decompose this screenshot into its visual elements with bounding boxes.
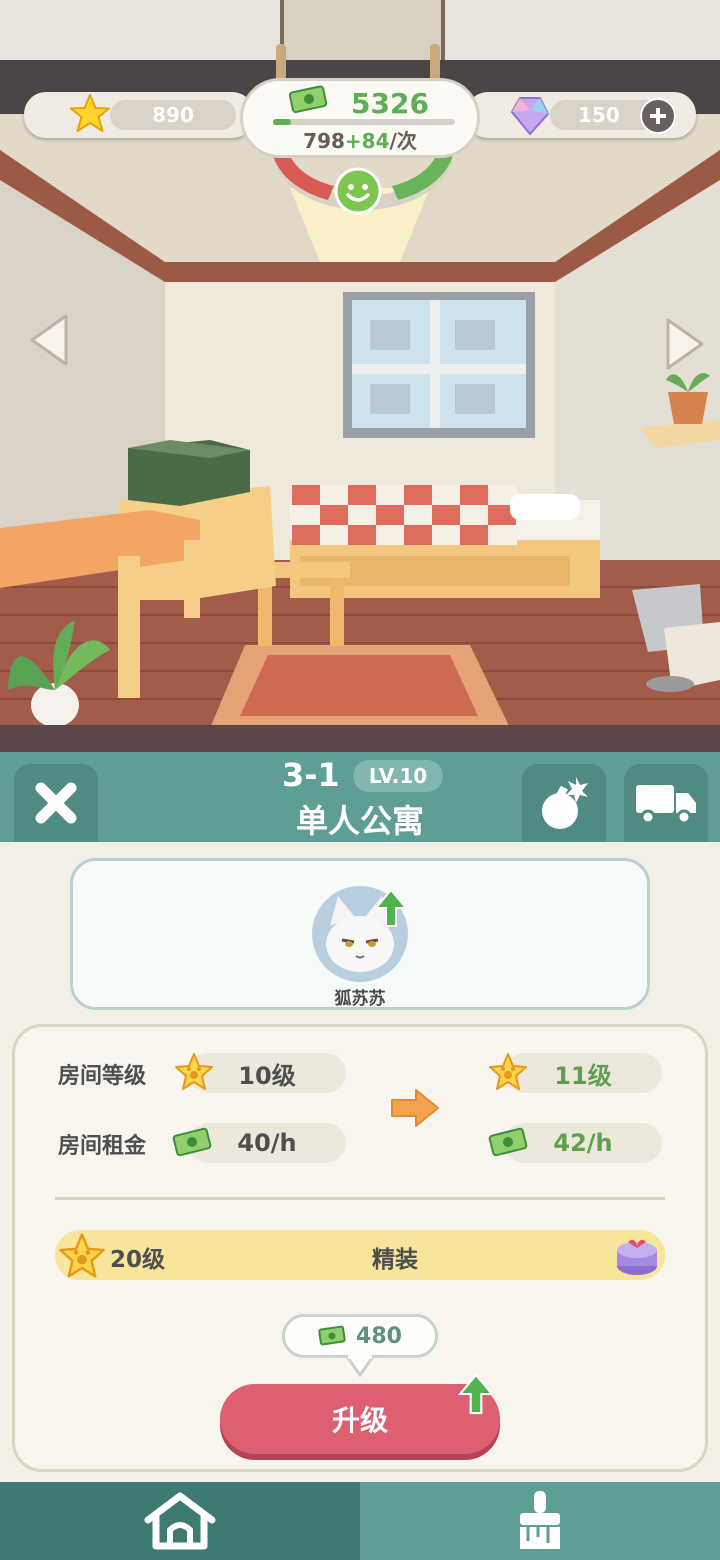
bomb-icon: [542, 777, 588, 829]
tab-home[interactable]: [0, 1482, 360, 1560]
rate-bonus: +84: [344, 129, 390, 153]
paint-icon: [520, 1491, 560, 1549]
rate-base: 798: [303, 129, 345, 153]
star-counter: 890: [24, 92, 254, 138]
truck-icon: [636, 785, 696, 825]
level-up-arrow-icon: [458, 1373, 494, 1415]
cash-icon: [488, 1127, 528, 1157]
room-name: 单人公寓: [295, 802, 424, 840]
income-rate: 798+84/次: [243, 125, 477, 154]
star-icon: [70, 94, 110, 132]
room-level-label: 房间等级: [58, 1064, 147, 1089]
add-gems-button[interactable]: [640, 98, 676, 134]
gem-icon: [510, 97, 550, 136]
rate-unit: /次: [389, 129, 417, 153]
upgrade-cost: 480: [282, 1314, 438, 1358]
room-number: 3-1: [282, 756, 340, 794]
smiley-icon: [334, 167, 382, 215]
decoration-level: 20级: [110, 1247, 166, 1273]
decoration-name: 精装: [372, 1247, 418, 1273]
cash-icon: [318, 1325, 346, 1346]
plus-icon: [650, 108, 666, 124]
paw-star-icon: [59, 1233, 105, 1278]
bomb-button[interactable]: [522, 764, 606, 842]
tenant-name: 狐苏苏: [334, 989, 386, 1009]
move-out-button[interactable]: [624, 764, 708, 842]
floor-edge: [0, 725, 720, 752]
room-level-badge: LV.10: [353, 760, 443, 792]
tab-decorate[interactable]: [360, 1482, 720, 1560]
home-icon: [144, 1492, 216, 1550]
level-up-arrow-icon: [374, 888, 408, 927]
arrow-right-icon: [391, 1089, 439, 1127]
next-room-arrow-icon[interactable]: [664, 316, 706, 372]
upgrade-cost-value: 480: [356, 1323, 402, 1349]
divider: [55, 1197, 665, 1200]
paw-star-icon: [175, 1053, 213, 1090]
money-amount: 5326: [351, 87, 429, 120]
gift-icon[interactable]: [614, 1232, 660, 1278]
room-rent-label: 房间租金: [58, 1134, 147, 1159]
bubble-tail: [346, 1355, 374, 1377]
star-count: 890: [110, 100, 236, 130]
prev-room-arrow-icon[interactable]: [28, 312, 70, 368]
money-board: 5326 798+84/次: [240, 78, 480, 158]
paw-star-icon: [489, 1053, 527, 1090]
cash-icon: [172, 1127, 212, 1157]
